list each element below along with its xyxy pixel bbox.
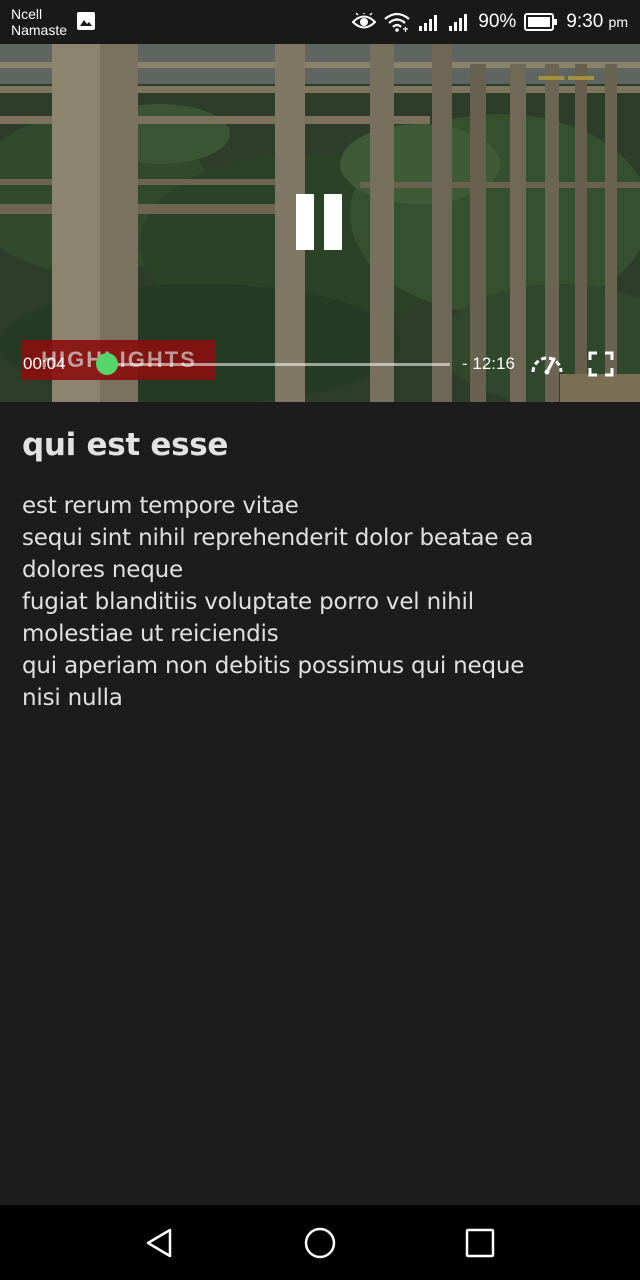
clock-time: 9:30 bbox=[566, 11, 604, 32]
current-time: 00:04 bbox=[23, 354, 66, 373]
carrier-name: Ncell Namaste bbox=[11, 6, 67, 38]
post-body-line: sequi sint nihil reprehenderit dolor bea… bbox=[22, 525, 534, 551]
pause-icon-bar bbox=[324, 194, 342, 250]
post-title: qui est esse bbox=[22, 427, 229, 463]
post-body-line: est rerum tempore vitae bbox=[22, 493, 299, 519]
seek-bar[interactable] bbox=[96, 353, 450, 375]
navigation-bar bbox=[0, 1205, 640, 1280]
post-body-line: nisi nulla bbox=[22, 685, 123, 711]
video-player[interactable]: ▬▬ ▬▬ HIGHLIGHTS 00:04 - 12:16 bbox=[0, 44, 640, 402]
signal-icon bbox=[449, 14, 468, 31]
screen: Ncell Namaste 90% 9:30 pm ▬▬ ▬▬ HIGHLIGH… bbox=[0, 0, 640, 1280]
clock: 9:30 pm bbox=[566, 11, 628, 33]
battery-icon bbox=[524, 13, 558, 31]
post-content: qui est esse est rerum tempore vitae seq… bbox=[22, 422, 618, 714]
back-icon[interactable] bbox=[142, 1225, 178, 1261]
status-bar: Ncell Namaste 90% 9:30 pm bbox=[0, 0, 640, 44]
seek-thumb[interactable] bbox=[96, 353, 119, 375]
post-body-line: fugiat blanditiis voluptate porro vel ni… bbox=[22, 589, 474, 615]
fullscreen-icon[interactable] bbox=[588, 351, 614, 377]
post-body-line: qui aperiam non debitis possimus qui neq… bbox=[22, 653, 525, 679]
pause-button[interactable] bbox=[294, 194, 348, 252]
home-icon[interactable] bbox=[302, 1225, 338, 1261]
battery-percent: 90% bbox=[478, 11, 517, 32]
playback-controls: 00:04 - 12:16 bbox=[0, 344, 640, 384]
eye-icon bbox=[352, 13, 377, 29]
gallery-icon bbox=[77, 12, 95, 30]
status-icons: 90% 9:30 pm bbox=[352, 8, 628, 36]
post-body: est rerum tempore vitae sequi sint nihil… bbox=[22, 490, 618, 714]
remaining-time: - 12:16 bbox=[462, 354, 515, 373]
recent-apps-icon[interactable] bbox=[462, 1225, 498, 1261]
channel-watermark: ▬▬ ▬▬ bbox=[538, 68, 594, 83]
pause-icon bbox=[296, 194, 314, 250]
signal-icon bbox=[419, 15, 438, 31]
wifi-icon bbox=[384, 12, 410, 32]
carrier-line-2: Namaste bbox=[11, 22, 68, 38]
clock-ampm: pm bbox=[608, 14, 628, 30]
post-body-line: molestiae ut reiciendis bbox=[22, 621, 279, 647]
carrier-line-1: Ncell bbox=[11, 6, 43, 22]
speedometer-icon[interactable] bbox=[530, 350, 564, 376]
post-body-line: dolores neque bbox=[22, 557, 183, 583]
